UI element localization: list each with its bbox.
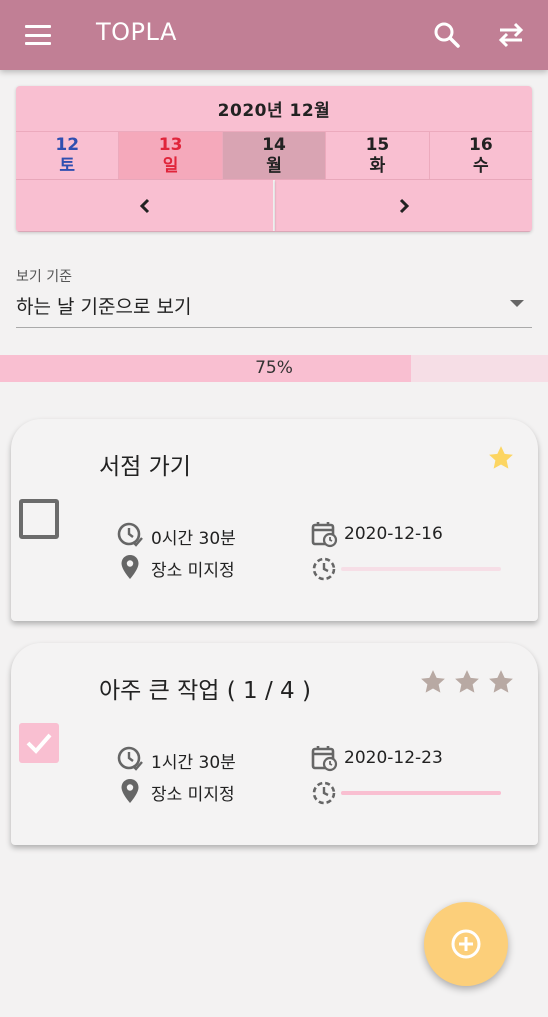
- calendar-day-13[interactable]: 13 일: [119, 132, 223, 179]
- day-weekday: 수: [473, 155, 489, 176]
- next-week-button[interactable]: [275, 180, 532, 231]
- day-weekday: 일: [162, 155, 179, 176]
- star-icon: [489, 670, 513, 693]
- star-icon: [421, 670, 445, 693]
- day-number: 13: [158, 134, 183, 155]
- task-title: 아주 큰 작업 ( 1 / 4 ): [99, 678, 311, 704]
- task-progress-track: [341, 791, 501, 795]
- day-weekday: 화: [369, 155, 386, 176]
- overall-progress-bar: 75%: [0, 355, 548, 382]
- app-title: TOPLA: [96, 18, 177, 46]
- chevron-left-icon: [139, 198, 149, 213]
- task-progress-fill: [341, 791, 501, 795]
- calendar-nav: [16, 180, 532, 231]
- calendar-day-12[interactable]: 12 토: [16, 132, 120, 179]
- task-duration: 1시간 30분: [151, 753, 236, 773]
- location-pin-icon: [121, 555, 139, 579]
- calendar-days: 12 토 13 일 14 월 15 화 16 수: [16, 132, 532, 180]
- calendar-day-14[interactable]: 14 월: [222, 132, 327, 179]
- calendar-clock-icon: [311, 746, 338, 772]
- star-icon: [455, 670, 479, 693]
- task-checkbox[interactable]: [19, 723, 59, 763]
- calendar-day-15[interactable]: 15 화: [326, 132, 430, 179]
- task-date: 2020-12-16: [344, 524, 443, 544]
- view-mode-label: 보기 기준: [16, 269, 72, 285]
- task-title: 서점 가기: [99, 454, 191, 480]
- progress-timer-icon: [312, 557, 336, 581]
- day-weekday: 월: [266, 155, 282, 176]
- task-stars: [418, 667, 516, 697]
- task-stars: [486, 443, 516, 473]
- swap-icon[interactable]: [494, 18, 528, 52]
- task-place: 장소 미지정: [151, 561, 235, 581]
- add-circle-icon: [451, 929, 481, 959]
- prev-week-button[interactable]: [16, 180, 275, 231]
- task-card[interactable]: 아주 큰 작업 ( 1 / 4 ) 1시간 30분 2020-12-23 장소 …: [11, 643, 538, 845]
- day-weekday: 토: [59, 155, 76, 176]
- day-number: 12: [55, 134, 80, 155]
- calendar-day-16[interactable]: 16 수: [430, 132, 532, 179]
- week-calendar: 2020년 12월 12 토 13 일 14 월 15 화 16 수: [16, 86, 532, 232]
- task-checkbox[interactable]: [19, 499, 59, 539]
- menu-icon[interactable]: [22, 22, 54, 48]
- duration-clock-icon: [117, 746, 143, 771]
- day-number: 14: [262, 134, 286, 155]
- checkmark-icon: [26, 733, 52, 754]
- task-duration: 0시간 30분: [151, 529, 236, 549]
- location-pin-icon: [121, 779, 139, 803]
- calendar-month: 2020년 12월: [16, 86, 532, 132]
- task-date: 2020-12-23: [344, 748, 443, 768]
- progress-timer-icon: [312, 781, 336, 805]
- day-number: 15: [365, 134, 390, 155]
- progress-label: 75%: [255, 358, 293, 378]
- task-progress-track: [341, 567, 501, 571]
- task-place: 장소 미지정: [151, 785, 235, 805]
- chevron-right-icon: [399, 198, 409, 213]
- calendar-clock-icon: [311, 522, 338, 548]
- add-task-button[interactable]: [424, 902, 508, 986]
- day-number: 16: [468, 134, 493, 155]
- app-bar: TOPLA: [0, 0, 548, 70]
- duration-clock-icon: [117, 522, 143, 547]
- search-icon[interactable]: [430, 18, 464, 52]
- view-mode-value: 하는 날 기준으로 보기: [16, 296, 192, 318]
- dropdown-arrow-icon: [510, 300, 524, 307]
- star-filled-icon: [489, 446, 513, 469]
- task-card[interactable]: 서점 가기 0시간 30분 2020-12-16 장소 미지정: [11, 419, 538, 621]
- view-mode-select[interactable]: 보기 기준 하는 날 기준으로 보기: [16, 266, 532, 328]
